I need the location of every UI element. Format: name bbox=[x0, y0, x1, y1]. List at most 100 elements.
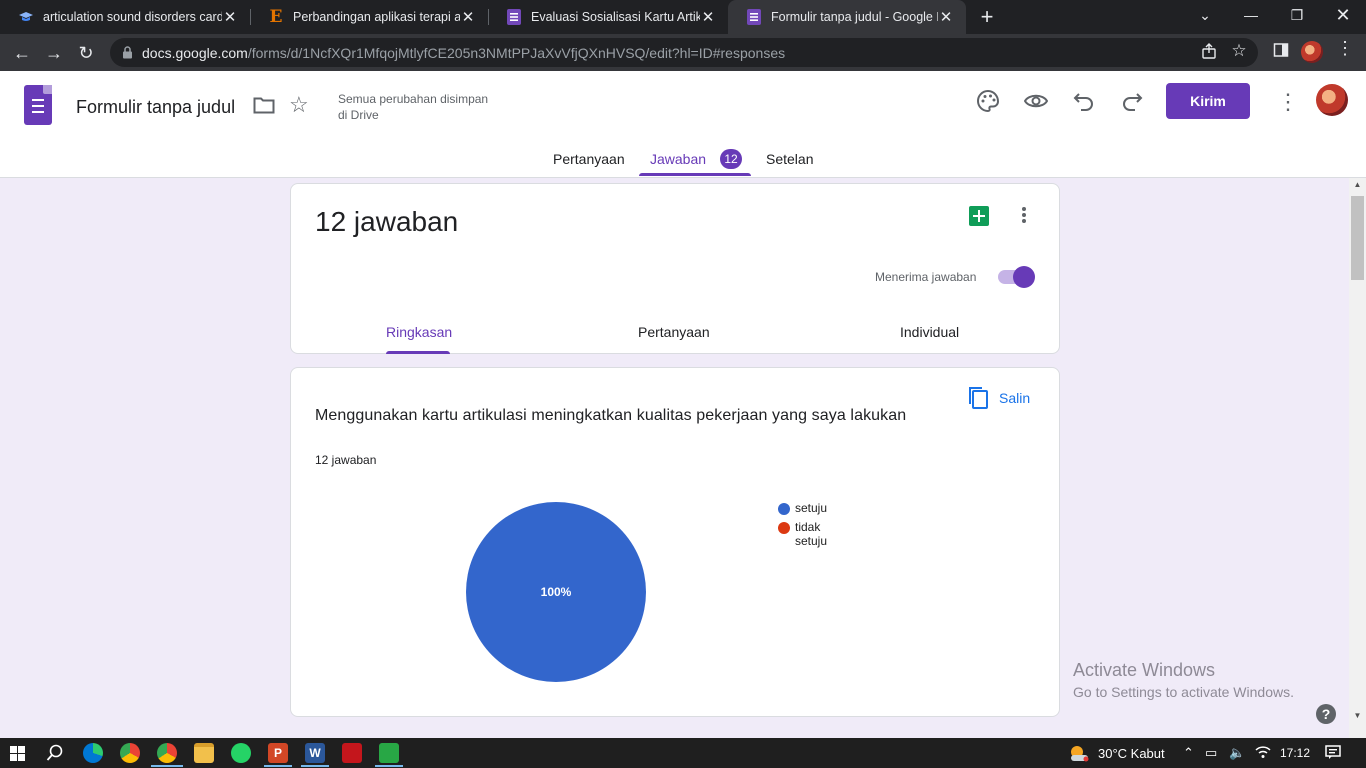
star-icon[interactable]: ☆ bbox=[289, 92, 309, 118]
google-forms-icon bbox=[506, 9, 522, 25]
file-explorer-icon[interactable] bbox=[194, 743, 214, 763]
active-app-indicator bbox=[151, 765, 183, 767]
tab-settings[interactable]: Setelan bbox=[766, 151, 813, 167]
browser-menu-icon[interactable]: ⋮ bbox=[1334, 38, 1356, 60]
profile-avatar[interactable] bbox=[1301, 41, 1323, 63]
url-text: docs.google.com/forms/d/1NcfXQr1MfqojMtl… bbox=[142, 45, 785, 61]
search-icon[interactable] bbox=[46, 744, 64, 767]
windows-activation-watermark: Activate Windows Go to Settings to activ… bbox=[1073, 660, 1294, 700]
subtab-summary[interactable]: Ringkasan bbox=[386, 324, 452, 340]
e-letter-icon: E bbox=[269, 7, 283, 27]
share-icon[interactable] bbox=[1198, 43, 1220, 65]
restore-icon[interactable]: ❐ bbox=[1274, 0, 1320, 30]
windows-start-icon[interactable] bbox=[10, 746, 25, 766]
word-icon[interactable]: W bbox=[305, 743, 325, 763]
watermark-line2: Go to Settings to activate Windows. bbox=[1073, 684, 1294, 700]
active-subtab-indicator bbox=[386, 351, 450, 354]
palette-icon[interactable] bbox=[976, 89, 1000, 118]
active-tab-indicator bbox=[639, 173, 751, 176]
close-icon[interactable]: ✕ bbox=[938, 8, 954, 26]
powerpoint-icon[interactable]: P bbox=[268, 743, 288, 763]
windows-taskbar: P W 30°C Kabut ⌃ ▭ 🔈 17:12 bbox=[0, 738, 1366, 768]
undo-icon[interactable] bbox=[1073, 91, 1095, 116]
legend-swatch bbox=[778, 522, 790, 534]
close-icon[interactable]: ✕ bbox=[460, 8, 476, 26]
form-tabs: Pertanyaan Jawaban 12 Setelan bbox=[0, 149, 1366, 178]
tab-title: Perbandingan aplikasi terapi artik bbox=[293, 10, 460, 24]
preview-eye-icon[interactable] bbox=[1023, 91, 1049, 116]
clock-time[interactable]: 17:12 bbox=[1280, 746, 1310, 760]
url-path: /forms/d/1NcfXQr1MfqojMtlyfCE205n3NMtPPJ… bbox=[247, 45, 786, 61]
new-tab-icon[interactable]: + bbox=[976, 5, 998, 29]
browser-tab-1[interactable]: articulation sound disorders card ✕ bbox=[0, 0, 250, 34]
scroll-up-arrow-icon[interactable]: ▲ bbox=[1351, 180, 1364, 192]
bookmark-star-icon[interactable]: ☆ bbox=[1228, 41, 1250, 63]
tab-questions[interactable]: Pertanyaan bbox=[553, 151, 625, 167]
responses-count-badge: 12 bbox=[720, 149, 742, 169]
browser-tab-3[interactable]: Evaluasi Sosialisasi Kartu Artikula ✕ bbox=[488, 0, 728, 34]
chevron-down-icon[interactable]: ⌄ bbox=[1182, 0, 1228, 30]
subtab-individual[interactable]: Individual bbox=[900, 324, 959, 340]
toggle-knob[interactable] bbox=[1013, 266, 1035, 288]
google-sheets-icon[interactable] bbox=[969, 206, 989, 226]
browser-tab-4-active[interactable]: Formulir tanpa judul - Google Fo ✕ bbox=[728, 0, 966, 34]
redo-icon[interactable] bbox=[1121, 91, 1143, 116]
browser-tab-2[interactable]: E Perbandingan aplikasi terapi artik ✕ bbox=[250, 0, 488, 34]
legend-label: setuju bbox=[795, 501, 828, 515]
active-app-indicator bbox=[301, 765, 329, 767]
forward-icon[interactable]: → bbox=[41, 40, 67, 66]
avatar[interactable] bbox=[1316, 84, 1348, 116]
legend-swatch bbox=[778, 503, 790, 515]
watermark-line1: Activate Windows bbox=[1073, 660, 1216, 680]
more-vert-icon[interactable]: ⋮ bbox=[1277, 89, 1299, 115]
pie-chart: 100% bbox=[466, 502, 646, 682]
active-app-indicator bbox=[375, 765, 403, 767]
close-icon[interactable]: ✕ bbox=[700, 8, 716, 26]
google-forms-logo-icon[interactable] bbox=[24, 85, 52, 125]
scroll-down-arrow-icon[interactable]: ▼ bbox=[1351, 711, 1364, 723]
close-icon[interactable]: ✕ bbox=[222, 8, 238, 26]
accepting-responses-label: Menerima jawaban bbox=[875, 270, 977, 284]
browser-tab-strip: articulation sound disorders card ✕ E Pe… bbox=[0, 0, 1366, 34]
more-vert-icon[interactable] bbox=[1021, 206, 1027, 229]
speaker-icon[interactable]: 🔈 bbox=[1229, 745, 1245, 761]
subtab-question[interactable]: Pertanyaan bbox=[638, 324, 710, 340]
tab-title: articulation sound disorders card bbox=[43, 10, 222, 24]
whatsapp-icon[interactable] bbox=[231, 743, 251, 763]
acrobat-icon[interactable] bbox=[342, 743, 362, 763]
scrollbar-thumb[interactable] bbox=[1351, 196, 1364, 280]
weather-icon[interactable] bbox=[1068, 743, 1090, 763]
url-host: docs.google.com bbox=[142, 45, 248, 61]
reload-icon[interactable]: ↻ bbox=[73, 40, 99, 66]
tab-title: Formulir tanpa judul - Google Fo bbox=[771, 10, 938, 24]
save-status-line2: di Drive bbox=[338, 108, 379, 122]
active-app-indicator bbox=[264, 765, 292, 767]
chrome-active-icon[interactable] bbox=[157, 743, 177, 763]
forms-header: Formulir tanpa judul ☆ Semua perubahan d… bbox=[0, 71, 1366, 178]
send-button[interactable]: Kirim bbox=[1166, 83, 1250, 119]
address-bar[interactable]: docs.google.com/forms/d/1NcfXQr1MfqojMtl… bbox=[110, 38, 1258, 67]
lock-icon bbox=[122, 46, 133, 64]
save-status: Semua perubahan disimpan di Drive bbox=[338, 91, 508, 123]
close-window-icon[interactable]: ✕ bbox=[1320, 0, 1366, 30]
responses-summary-card: 12 jawaban Menerima jawaban Ringkasan Pe… bbox=[290, 183, 1060, 354]
form-title[interactable]: Formulir tanpa judul bbox=[76, 97, 235, 118]
green-app-icon[interactable] bbox=[379, 743, 399, 763]
minimize-icon[interactable]: — bbox=[1228, 0, 1274, 30]
wifi-icon[interactable] bbox=[1255, 745, 1271, 762]
weather-text[interactable]: 30°C Kabut bbox=[1098, 746, 1165, 761]
legend-label: tidak setuju bbox=[795, 520, 828, 548]
chevron-up-icon[interactable]: ⌃ bbox=[1183, 745, 1194, 761]
back-icon[interactable]: ← bbox=[9, 40, 35, 66]
notifications-icon[interactable] bbox=[1325, 745, 1341, 765]
question-summary-card: Menggunakan kartu artikulasi meningkatka… bbox=[290, 367, 1060, 717]
chrome-icon[interactable] bbox=[120, 743, 140, 763]
edge-browser-icon[interactable] bbox=[83, 743, 103, 763]
side-panel-icon[interactable] bbox=[1270, 42, 1292, 64]
help-icon[interactable]: ? bbox=[1316, 704, 1336, 724]
save-status-line1: Semua perubahan disimpan bbox=[338, 92, 489, 106]
tab-title: Evaluasi Sosialisasi Kartu Artikula bbox=[531, 10, 700, 24]
tab-responses[interactable]: Jawaban bbox=[650, 151, 706, 167]
folder-icon[interactable] bbox=[253, 96, 275, 119]
battery-icon[interactable]: ▭ bbox=[1205, 745, 1217, 761]
